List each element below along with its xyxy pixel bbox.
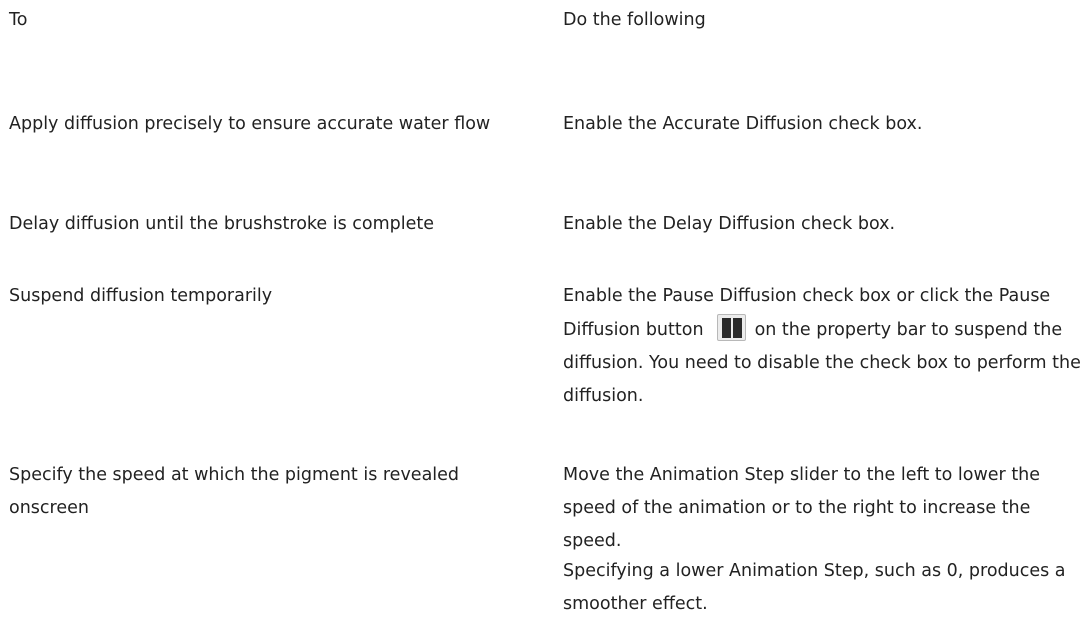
row-4-note: Specifying a lower Animation Step, such … — [563, 555, 1088, 621]
action-text: Enable the Delay Diffusion check box. — [563, 208, 1088, 241]
note-pre: Specifying a lower — [563, 561, 729, 581]
action-pre: Enable the — [563, 214, 663, 234]
header-to-label: To — [9, 10, 28, 30]
column-header-do: Do the following — [563, 4, 1088, 37]
action-text: Enable the Pause Diffusion check box or … — [563, 280, 1088, 413]
action-text: Enable the Accurate Diffusion check box. — [563, 108, 1088, 141]
ui-term-animation-step: Animation Step — [649, 465, 785, 485]
row-2-action: Enable the Delay Diffusion check box. — [563, 208, 1088, 241]
ui-term-delay-diffusion: Delay Diffusion — [662, 214, 796, 234]
row-3-action: Enable the Pause Diffusion check box or … — [563, 280, 1088, 413]
row-1-task: Apply diffusion precisely to ensure accu… — [9, 108, 529, 141]
action-pre: Move the — [563, 465, 650, 485]
ui-term-pause-diffusion: Pause Diffusion — [662, 286, 797, 306]
row-2-task: Delay diffusion until the brushstroke is… — [9, 208, 529, 241]
action-mid: check box or click the — [796, 286, 999, 306]
task-text: Apply diffusion precisely to ensure accu… — [9, 114, 491, 134]
note-text: Specifying a lower Animation Step, such … — [563, 555, 1088, 621]
row-4-action: Move the Animation Step slider to the le… — [563, 459, 1088, 558]
ui-term-animation-step-note: Animation Step — [729, 561, 864, 581]
pause-icon — [716, 313, 749, 343]
pause-icon-bar-left — [721, 318, 731, 338]
row-3-task: Suspend diffusion temporarily — [9, 280, 529, 313]
action-text: Move the Animation Step slider to the le… — [563, 459, 1088, 558]
action-mid2: button — [640, 320, 704, 340]
header-do-label: Do the following — [563, 10, 706, 30]
pause-icon-bar-right — [732, 318, 742, 338]
column-header-to: To — [9, 4, 529, 37]
task-text: Specify the speed at which the pigment i… — [9, 465, 460, 518]
action-post: check box. — [795, 214, 896, 234]
action-pre: Enable the — [563, 286, 663, 306]
task-text: Delay diffusion until the brushstroke is… — [9, 214, 435, 234]
row-4-task: Specify the speed at which the pigment i… — [9, 459, 529, 525]
ui-term-accurate-diffusion: Accurate Diffusion — [662, 114, 823, 134]
procedure-table: To Do the following Apply diffusion prec… — [0, 0, 1091, 641]
row-1-action: Enable the Accurate Diffusion check box. — [563, 108, 1088, 141]
task-text: Suspend diffusion temporarily — [9, 286, 273, 306]
action-post: check box. — [822, 114, 923, 134]
action-pre: Enable the — [563, 114, 663, 134]
